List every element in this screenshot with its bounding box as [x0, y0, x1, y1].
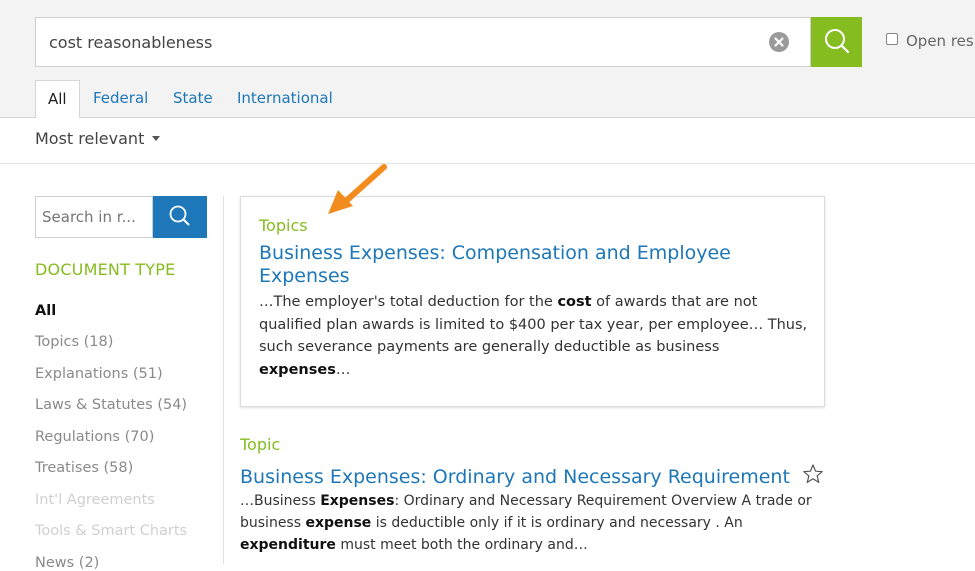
snippet-text: … — [335, 361, 351, 378]
tab-federal[interactable]: Federal — [93, 80, 148, 117]
search-icon — [825, 29, 850, 54]
result-snippet: …The employer's total deduction for the … — [259, 291, 811, 381]
highlighted-term: cost — [557, 294, 592, 310]
caret-down-icon — [152, 136, 161, 141]
top-search-bar: Open res All Federal State International — [0, 0, 975, 118]
sidebar-divider — [223, 196, 224, 564]
open-results-option[interactable]: Open res — [886, 32, 974, 50]
search-box — [35, 17, 811, 67]
open-results-checkbox[interactable] — [886, 33, 898, 45]
highlighted-term: expense — [305, 515, 372, 531]
sidebar-search-box — [35, 196, 153, 238]
filter-intl-agreements: Int'l Agreements — [35, 492, 155, 508]
result-type-label: Topics — [259, 216, 308, 235]
filter-tools-smart-charts: Tools & Smart Charts — [35, 523, 188, 539]
tab-international[interactable]: International — [237, 80, 333, 117]
highlighted-term: expenditure — [240, 537, 336, 553]
sort-label: Most relevant — [35, 129, 145, 148]
filter-regulations[interactable]: Regulations (70) — [35, 429, 154, 445]
result-title-line1: Business Expenses: Compensation and Empl… — [259, 242, 731, 264]
sidebar-search-button[interactable] — [153, 196, 207, 238]
result-type-label: Topic — [240, 435, 281, 454]
search-icon — [169, 205, 190, 226]
star-icon[interactable] — [802, 463, 824, 485]
open-results-label: Open res — [906, 32, 974, 50]
result-title-link[interactable]: Business Expenses: Ordinary and Necessar… — [240, 463, 824, 489]
snippet-text: is deductible only if it is ordinary and… — [371, 515, 743, 531]
filter-laws-statutes[interactable]: Laws & Statutes (54) — [35, 397, 187, 413]
result-title: Business Expenses: Ordinary and Necessar… — [240, 466, 790, 488]
filter-explanations[interactable]: Explanations (51) — [35, 366, 163, 382]
document-type-heading: DOCUMENT TYPE — [35, 260, 176, 279]
search-button[interactable] — [811, 17, 862, 67]
filter-topics[interactable]: Topics (18) — [35, 334, 113, 350]
sort-dropdown[interactable]: Most relevant — [35, 129, 161, 148]
filter-treatises[interactable]: Treatises (58) — [35, 460, 133, 476]
result-card: Topics Business Expenses: Compensation a… — [240, 196, 825, 407]
sort-bar: Most relevant — [0, 118, 975, 164]
tab-state[interactable]: State — [173, 80, 213, 117]
result-title-line2: Expenses — [259, 265, 350, 287]
result-snippet: …Business Expenses: Ordinary and Necessa… — [240, 490, 820, 556]
filter-all[interactable]: All — [35, 303, 56, 319]
highlighted-term: expenses — [259, 361, 336, 378]
clear-icon[interactable] — [769, 32, 789, 52]
snippet-text: must meet both the ordinary and… — [335, 537, 588, 553]
result-title-link[interactable]: Business Expenses: Compensation and Empl… — [259, 242, 799, 288]
snippet-text: …Business — [240, 493, 321, 509]
arrow-annotation — [328, 164, 387, 214]
sidebar-search-input[interactable] — [42, 197, 150, 237]
search-input[interactable] — [49, 18, 749, 66]
filter-news[interactable]: News (2) — [35, 555, 99, 571]
highlighted-term: Expenses — [320, 493, 395, 509]
tab-all[interactable]: All — [35, 80, 80, 118]
snippet-text: …The employer's total deduction for the — [259, 294, 558, 310]
